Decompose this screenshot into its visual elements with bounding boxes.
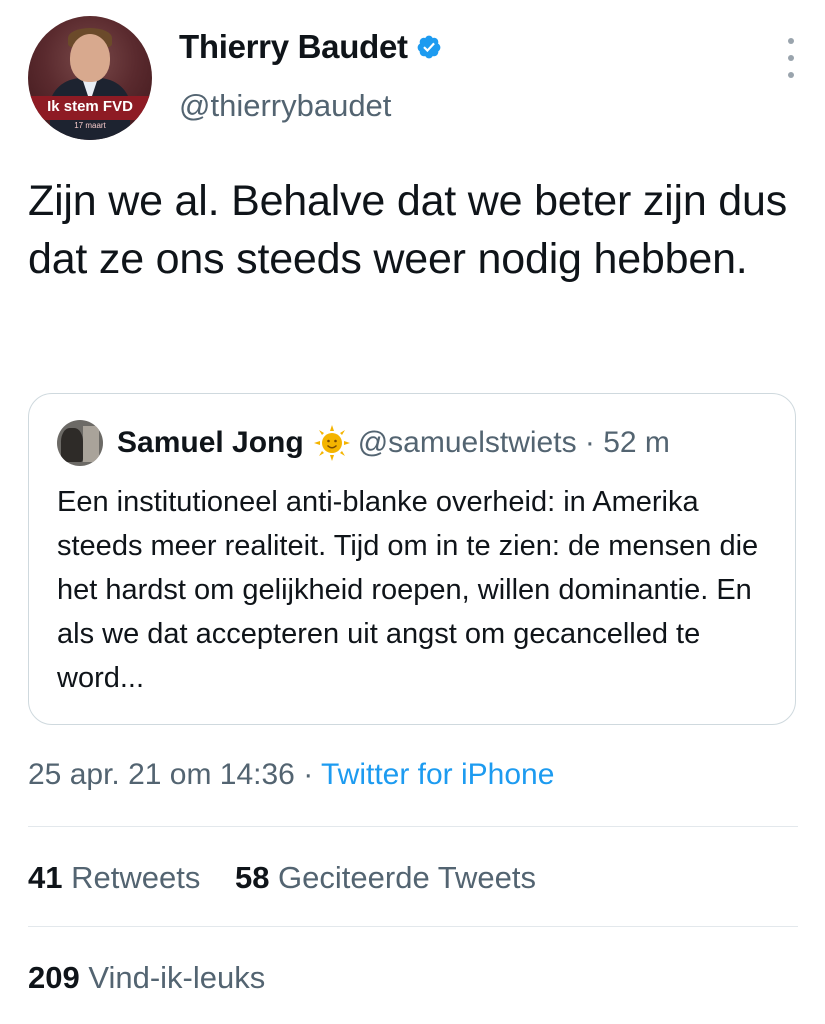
tweet-source-link[interactable]: Twitter for iPhone [321, 758, 554, 791]
tweet-header: Ik stem FVD 17 maart Thierry Baudet @thi… [28, 16, 805, 146]
retweets-count: 41 [28, 860, 63, 895]
quoted-author-avatar[interactable] [57, 420, 103, 466]
author-avatar[interactable]: Ik stem FVD 17 maart [28, 16, 152, 140]
author-name[interactable]: Thierry Baudet [179, 28, 408, 66]
verified-badge-icon [417, 35, 441, 59]
divider [28, 826, 798, 827]
quote-tweets-link[interactable]: 58 Geciteerde Tweets [235, 860, 536, 895]
quotes-count: 58 [234, 860, 270, 895]
likes-link[interactable]: 209 Vind-ik-leuks [28, 960, 265, 995]
divider [28, 926, 798, 927]
stats-row: 41 Retweets 58 Geciteerde Tweets [28, 860, 536, 896]
avatar-subbanner: 17 maart [74, 121, 106, 130]
quoted-tweet-text: Een institutioneel anti-blanke overheid:… [57, 486, 759, 694]
tweet-timestamp[interactable]: 25 apr. 21 om 14:36 · [28, 758, 321, 791]
more-options-icon[interactable] [785, 38, 797, 78]
likes-count: 209 [28, 960, 80, 995]
avatar-banner: Ik stem FVD [28, 96, 152, 120]
quoted-author-name: Samuel Jong [117, 426, 304, 459]
quoted-author-handle-time: @samuelstwiets · 52 m [357, 426, 670, 459]
likes-label: Vind-ik-leuks [79, 960, 266, 995]
retweets-label: Retweets [62, 860, 201, 895]
sun-emoji-icon [313, 425, 350, 461]
tweet-meta: 25 apr. 21 om 14:36 · Twitter for iPhone [28, 758, 554, 792]
quoted-tweet-card[interactable]: Samuel Jong @samuelstwiets · 52 m Een in… [28, 393, 796, 725]
retweets-link[interactable]: 41 Retweets [28, 860, 200, 895]
tweet-text: Zijn we al. Behalve dat we beter zijn du… [28, 177, 788, 283]
author-handle[interactable]: @thierrybaudet [179, 88, 391, 124]
likes-row: 209 Vind-ik-leuks [28, 960, 265, 996]
quotes-label: Geciteerde Tweets [269, 860, 536, 895]
